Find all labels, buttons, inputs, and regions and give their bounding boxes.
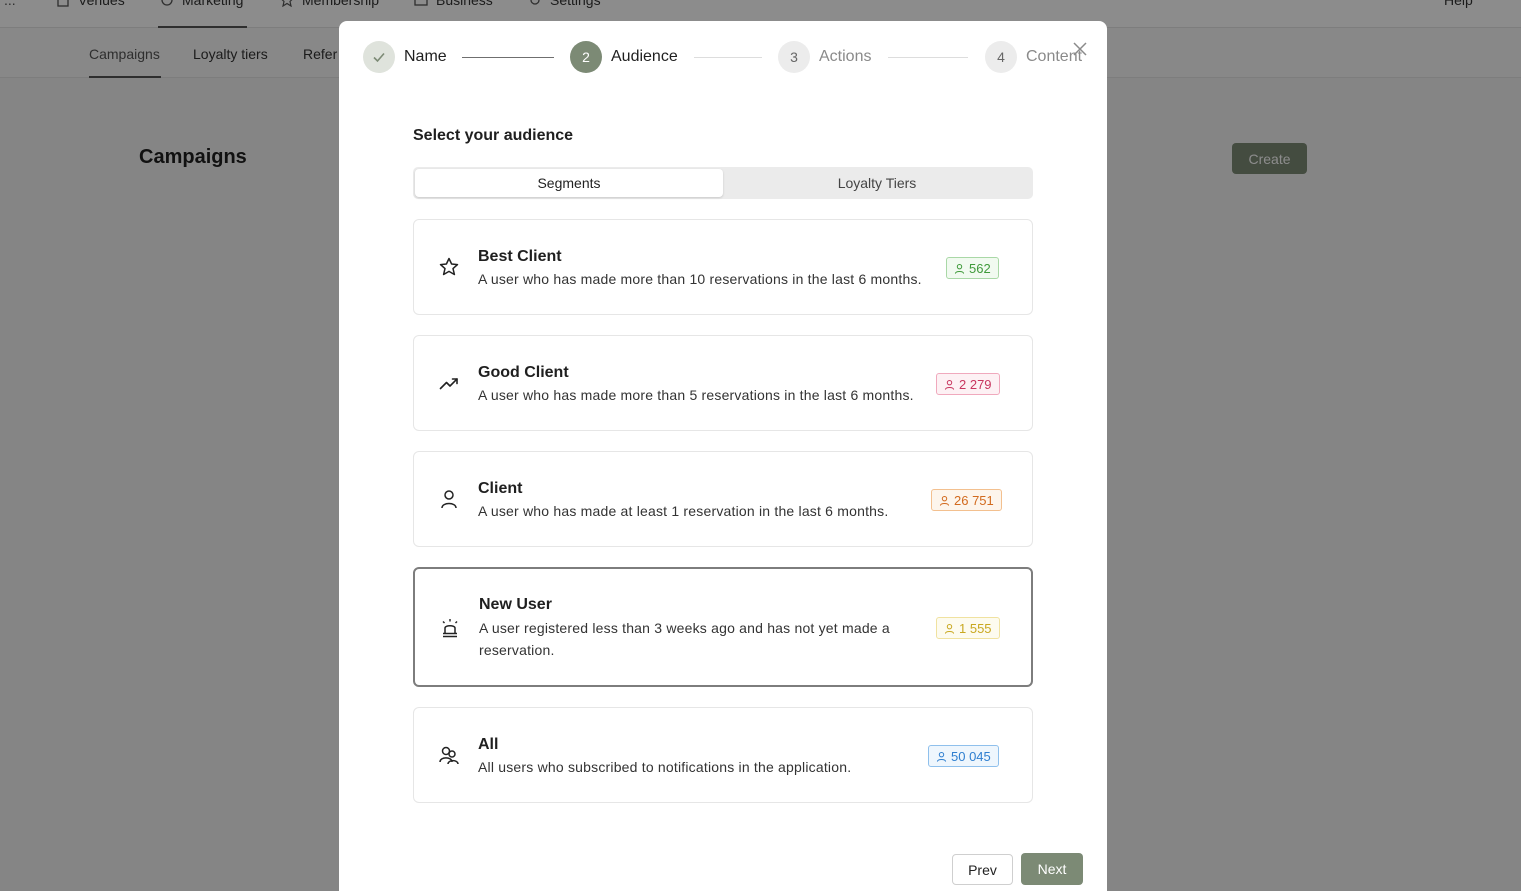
step-connector [888,57,968,58]
audience-tab-switcher: Segments Loyalty Tiers [413,167,1033,199]
step-content[interactable]: 4 Content [985,41,1082,73]
step-label: Content [1026,48,1083,65]
next-button[interactable]: Next [1021,853,1083,885]
users-icon [439,746,459,765]
user-icon [936,751,947,762]
trending-up-icon [439,378,458,390]
segment-count-badge: 26 751 [931,489,1002,511]
segment-title: Best Client [478,248,562,265]
user-icon [944,623,955,634]
segment-count-badge: 1 555 [936,617,1000,639]
segment-card-client[interactable]: Client A user who has made at least 1 re… [413,451,1033,547]
step-label: Actions [819,48,872,65]
step-number: 2 [570,41,602,73]
segment-count: 2 279 [959,376,992,392]
step-number: 4 [985,41,1017,73]
audience-heading: Select your audience [413,127,574,144]
segment-card-good-client[interactable]: Good Client A user who has made more tha… [413,335,1033,431]
user-icon [954,263,965,274]
step-label: Name [404,48,447,65]
segment-count-badge: 562 [946,257,999,279]
segment-description: A user who has made at least 1 reservati… [478,503,889,519]
segment-description: A user registered less than 3 weeks ago … [479,620,890,658]
segment-title: Client [478,480,523,497]
tab-loyalty-tiers[interactable]: Loyalty Tiers [723,169,1031,197]
segment-title: All [478,736,499,753]
segment-description: All users who subscribed to notification… [478,759,852,775]
user-icon [944,379,955,390]
step-connector [694,57,762,58]
check-icon [373,52,385,63]
segment-card-best-client[interactable]: Best Client A user who has made more tha… [413,219,1033,315]
star-icon [439,257,459,276]
step-audience[interactable]: 2 Audience [570,41,678,73]
step-label: Audience [611,48,678,65]
segment-description: A user who has made more than 5 reservat… [478,387,914,403]
segment-count: 562 [969,260,991,276]
prev-button[interactable]: Prev [952,854,1013,885]
segment-card-new-user[interactable]: New User A user registered less than 3 w… [413,567,1033,687]
wizard-stepper: Name 2 Audience 3 Actions 4 Content [363,41,1083,73]
segment-title: New User [479,596,552,613]
segment-count: 26 751 [954,492,994,508]
segment-count-badge: 2 279 [936,373,1000,395]
user-icon [441,490,457,509]
user-icon [939,495,950,506]
segment-title: Good Client [478,364,569,381]
segment-description: A user who has made more than 10 reserva… [478,271,922,287]
campaign-wizard-modal: Name 2 Audience 3 Actions 4 Content Sele… [339,21,1107,891]
tab-segments[interactable]: Segments [415,169,723,197]
segment-count: 50 045 [951,748,991,764]
siren-icon [442,619,458,638]
step-done-indicator [363,41,395,73]
step-actions[interactable]: 3 Actions [778,41,871,73]
segment-card-all[interactable]: All All users who subscribed to notifica… [413,707,1033,803]
segment-count-badge: 50 045 [928,745,999,767]
segment-count: 1 555 [959,620,992,636]
step-connector [462,57,554,58]
step-name[interactable]: Name [363,41,447,73]
step-number: 3 [778,41,810,73]
